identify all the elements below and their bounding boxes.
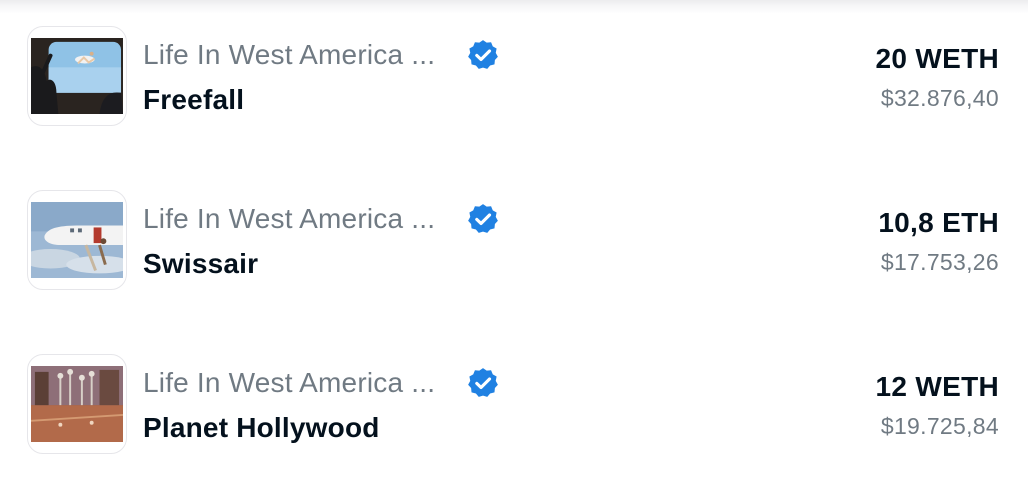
nft-thumbnail[interactable] — [27, 26, 127, 126]
top-shadow — [0, 0, 1028, 14]
nft-thumbnail[interactable] — [27, 354, 127, 454]
price: 10,8 ETH — [878, 207, 999, 238]
item-name[interactable]: Swissair — [143, 247, 258, 281]
price: 20 WETH — [875, 43, 999, 74]
swissair-image — [31, 202, 123, 279]
item-name[interactable]: Freefall — [143, 83, 244, 117]
verified-badge-icon — [468, 40, 498, 69]
list-item[interactable]: Life In West America ... Planet Hollywoo… — [0, 354, 1028, 458]
verified-badge-icon — [468, 204, 498, 233]
collection-name[interactable]: Life In West America ... — [143, 202, 435, 236]
freefall-image — [31, 38, 123, 115]
list-item[interactable]: Life In West America ... Freefall 20 WET… — [0, 26, 1028, 130]
usd-price: $17.753,26 — [880, 249, 999, 275]
planet-hollywood-image — [31, 366, 123, 443]
collection-name[interactable]: Life In West America ... — [143, 366, 435, 400]
verified-badge-icon — [468, 368, 498, 397]
list-item[interactable]: Life In West America ... Swissair 10,8 E… — [0, 190, 1028, 294]
usd-price: $32.876,40 — [880, 85, 999, 111]
item-name[interactable]: Planet Hollywood — [143, 411, 380, 445]
usd-price: $19.725,84 — [880, 413, 999, 439]
price: 12 WETH — [875, 371, 999, 402]
collection-name[interactable]: Life In West America ... — [143, 38, 435, 72]
nft-thumbnail[interactable] — [27, 190, 127, 290]
